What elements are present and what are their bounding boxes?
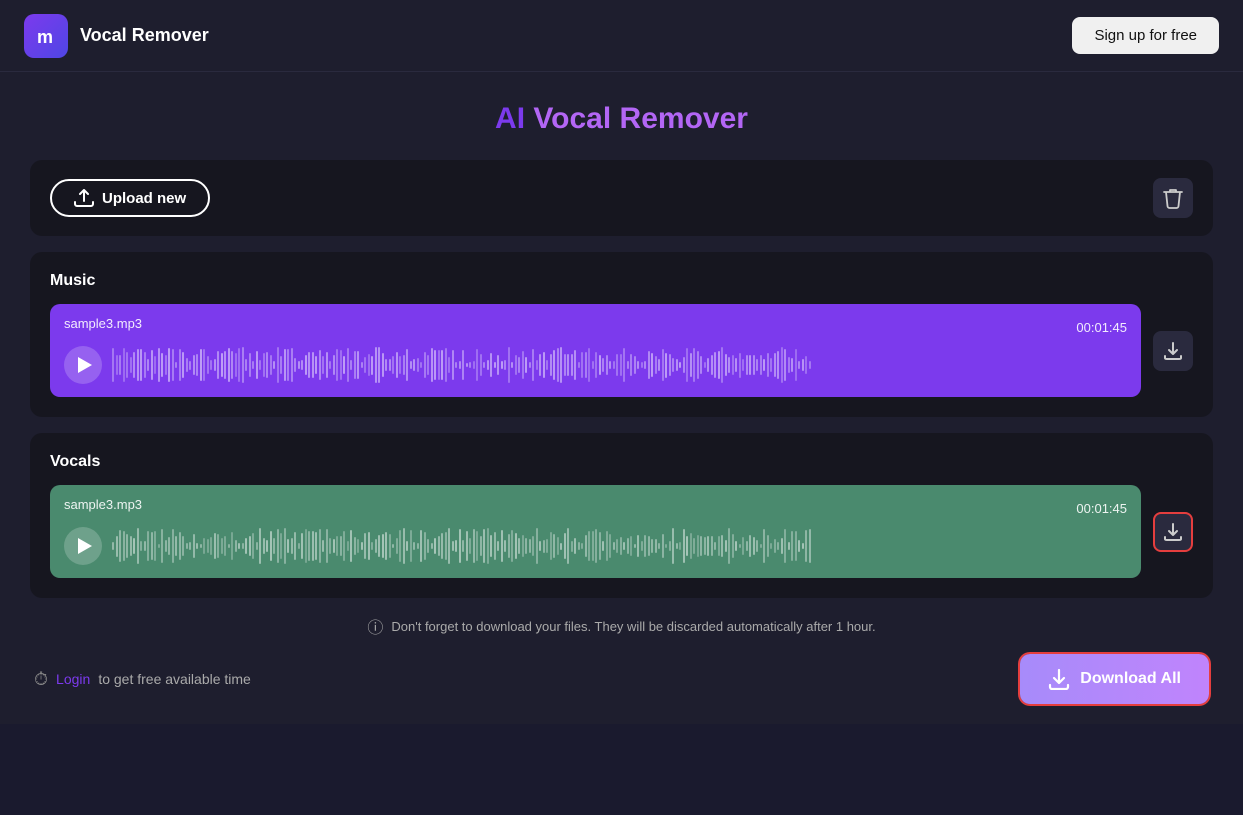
vocals-duration: 00:01:45 <box>1076 501 1127 516</box>
app-header: m Vocal Remover Sign up for free <box>0 0 1243 72</box>
music-track: sample3.mp3 00:01:45 <box>50 304 1141 397</box>
music-duration: 00:01:45 <box>1076 320 1127 335</box>
music-filename: sample3.mp3 <box>64 316 142 331</box>
clock-icon: ⏱ <box>34 669 48 690</box>
bottom-bar: ⏱ Login to get free available time Downl… <box>30 654 1213 704</box>
upload-label: Upload new <box>102 190 186 207</box>
music-download-button[interactable] <box>1153 331 1193 371</box>
music-play-icon <box>78 357 92 373</box>
music-waveform <box>112 345 1127 385</box>
login-area: ⏱ Login to get free available time <box>34 669 251 690</box>
delete-button[interactable] <box>1153 178 1193 218</box>
page-title-ai: AI <box>495 102 525 135</box>
login-suffix: to get free available time <box>98 671 251 687</box>
app-title: Vocal Remover <box>80 25 209 46</box>
login-link[interactable]: Login <box>56 671 90 687</box>
upload-icon <box>74 189 94 207</box>
vocals-waveform <box>112 526 1127 566</box>
vocals-download-button[interactable] <box>1153 512 1193 552</box>
vocals-download-icon <box>1164 523 1182 541</box>
page-title-vocal: Vocal <box>525 102 611 135</box>
download-all-icon <box>1048 668 1070 690</box>
header-left: m Vocal Remover <box>24 14 209 58</box>
music-section-label: Music <box>50 272 1193 290</box>
vocals-track: sample3.mp3 00:01:45 <box>50 485 1141 578</box>
upload-button[interactable]: Upload new <box>50 179 210 217</box>
music-download-icon <box>1164 342 1182 360</box>
trash-icon <box>1163 187 1183 209</box>
vocals-play-icon <box>78 538 92 554</box>
vocals-play-button[interactable] <box>64 527 102 565</box>
vocals-filename: sample3.mp3 <box>64 497 142 512</box>
footer-info: ⓘ Don't forget to download your files. T… <box>30 614 1213 638</box>
footer-info-text: Don't forget to download your files. The… <box>391 619 875 634</box>
music-play-button[interactable] <box>64 346 102 384</box>
music-section: Music sample3.mp3 00:01:45 <box>30 252 1213 417</box>
download-all-button[interactable]: Download All <box>1020 654 1209 704</box>
upload-bar: Upload new <box>30 160 1213 236</box>
page-title: AI Vocal Remover <box>30 102 1213 136</box>
signup-button[interactable]: Sign up for free <box>1072 17 1219 54</box>
svg-text:m: m <box>37 27 53 47</box>
info-icon: ⓘ <box>367 614 383 638</box>
main-content: AI Vocal Remover Upload new Music sample… <box>0 72 1243 724</box>
page-title-remover: Remover <box>611 102 748 135</box>
download-all-label: Download All <box>1080 670 1181 688</box>
vocals-section: Vocals sample3.mp3 00:01:45 <box>30 433 1213 598</box>
app-logo: m <box>24 14 68 58</box>
vocals-section-label: Vocals <box>50 453 1193 471</box>
